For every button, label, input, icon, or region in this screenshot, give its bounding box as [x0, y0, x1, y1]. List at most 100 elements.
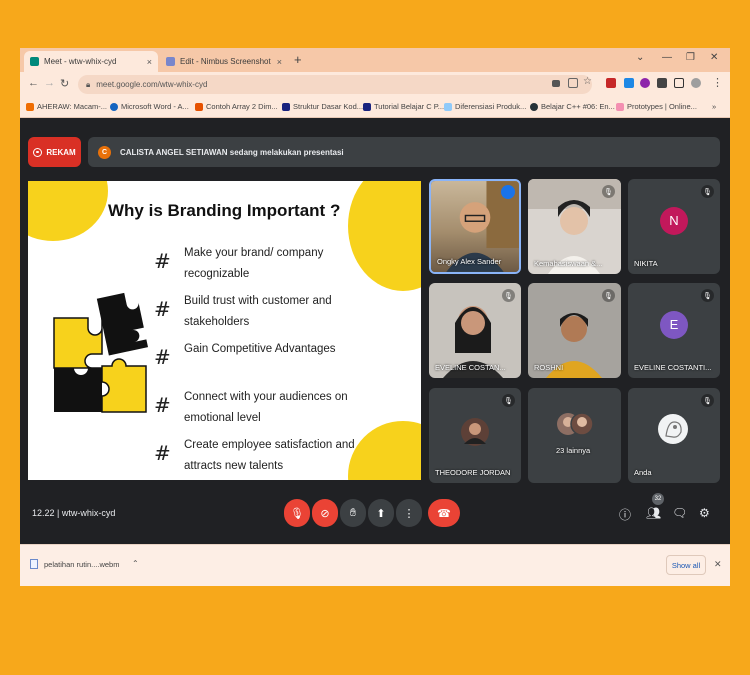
new-tab-button[interactable]: +: [294, 52, 302, 67]
maximize-button[interactable]: ❐: [686, 52, 695, 63]
participant-tile[interactable]: 🎙︎ THEODORE JORDAN: [429, 388, 521, 483]
participant-avatar: N: [660, 206, 688, 235]
decorative-blob: [28, 181, 108, 241]
hand-icon: ✋︎: [349, 506, 357, 519]
address-bar[interactable]: 🔒︎ meet.google.com/wtw-whix-cyd: [78, 75, 592, 94]
speaking-indicator-icon: [501, 185, 515, 199]
bookmark-item[interactable]: Prototypes | Online...: [616, 102, 697, 111]
participant-tile[interactable]: 🎙︎ Kemahasiswaan &...: [528, 179, 621, 274]
meeting-clock: 12.22 | wtw-whix-cyd: [32, 508, 115, 518]
close-window-button[interactable]: ✕: [710, 52, 718, 63]
people-icon[interactable]: 👥︎: [646, 506, 661, 520]
participant-name: THEODORE JORDAN: [435, 468, 511, 477]
bookmark-item[interactable]: Diferensiasi Produk...: [444, 102, 526, 111]
activities-icon[interactable]: ⚙︎: [699, 506, 710, 520]
bookmarks-overflow-icon[interactable]: »: [712, 102, 716, 111]
download-bar: pelatihan rutin....webm ⌃ Show all ✕: [20, 544, 730, 586]
close-icon[interactable]: ✕: [714, 559, 722, 570]
others-tile[interactable]: 23 lainnya: [528, 388, 621, 483]
record-icon: [33, 147, 43, 157]
extension-icon[interactable]: [606, 78, 616, 88]
bookmark-item[interactable]: Microsoft Word - A...: [110, 102, 189, 111]
participant-tile[interactable]: E 🎙︎ EVELINE COSTANTI...: [628, 283, 720, 378]
side-panel-icon[interactable]: [674, 78, 684, 88]
participant-tile[interactable]: N 🎙︎ NIKITA: [628, 179, 720, 274]
presenting-text: CALISTA ANGEL SETIAWAN sedang melakukan …: [120, 147, 344, 157]
reload-icon[interactable]: ↻: [60, 77, 69, 90]
bookmarks-bar: AHERAW: Macam-... Microsoft Word - A... …: [20, 97, 730, 118]
tab-strip: Meet - wtw-whix-cyd × Edit - Nimbus Scre…: [20, 48, 730, 72]
extension-icon[interactable]: [640, 78, 650, 88]
present-screen-icon: ⬆: [376, 507, 386, 520]
self-avatar: [658, 414, 688, 444]
bookmark-favicon-icon: [195, 102, 203, 111]
tab-label: Meet - wtw-whix-cyd: [44, 57, 117, 66]
puzzle-extensions-icon[interactable]: [657, 78, 667, 88]
bookmark-item[interactable]: AHERAW: Macam-...: [26, 102, 107, 111]
tab-nimbus[interactable]: Edit - Nimbus Screenshot ×: [160, 51, 288, 72]
meet-favicon-icon: [30, 57, 39, 66]
bookmark-star-icon[interactable]: ☆: [583, 76, 592, 87]
extension-icon[interactable]: [624, 78, 634, 88]
self-tile[interactable]: 🎙︎ Anda: [628, 388, 720, 483]
bookmark-favicon-icon: [282, 102, 290, 111]
download-item[interactable]: pelatihan rutin....webm: [30, 559, 119, 569]
others-avatars-icon: [557, 412, 594, 436]
mic-off-icon: 🎙︎: [502, 289, 515, 302]
camera-indicator-icon[interactable]: [552, 80, 560, 87]
more-options-button[interactable]: ⋮: [396, 499, 422, 527]
info-icon[interactable]: ⓘ: [619, 506, 631, 523]
participant-name: EVELINE COSTANTI...: [634, 363, 712, 372]
participant-avatar: [461, 418, 489, 446]
share-icon[interactable]: [568, 78, 578, 88]
slide-bullet: # Build trust with customer and stakehold…: [154, 295, 332, 328]
bookmark-item[interactable]: Tutorial Belajar C P...: [363, 102, 444, 111]
file-icon: [30, 559, 38, 569]
participant-tile[interactable]: 🎙︎ ROSHNI: [528, 283, 621, 378]
bookmark-favicon-icon: [363, 102, 371, 111]
participant-name: NIKITA: [634, 259, 658, 268]
hang-up-icon: ☎︎: [437, 507, 451, 520]
tab-meet[interactable]: Meet - wtw-whix-cyd ×: [24, 51, 158, 72]
browser-window: Meet - wtw-whix-cyd × Edit - Nimbus Scre…: [20, 48, 730, 586]
forward-arrow-icon[interactable]: →: [44, 77, 55, 89]
chevron-up-icon[interactable]: ⌃: [132, 559, 139, 568]
tab-close-icon[interactable]: ×: [147, 57, 152, 67]
profile-avatar-icon[interactable]: [691, 78, 701, 88]
bookmark-favicon-icon: [26, 102, 34, 111]
bookmark-favicon-icon: [444, 102, 452, 111]
meeting-time: 12.22: [32, 508, 55, 518]
show-all-button[interactable]: Show all: [666, 555, 706, 575]
bookmark-item[interactable]: Contoh Array 2 Dim...: [195, 102, 278, 111]
bookmark-item[interactable]: Belajar C++ #06: En...: [530, 102, 615, 111]
participant-count-badge: 32: [652, 493, 664, 505]
record-button[interactable]: REKAM: [28, 137, 81, 167]
leave-call-button[interactable]: ☎︎: [428, 499, 460, 527]
bookmark-item[interactable]: Struktur Dasar Kod...: [282, 102, 363, 111]
menu-kebab-icon[interactable]: ⋮: [712, 76, 723, 89]
bookmark-favicon-icon: [616, 102, 624, 111]
mic-off-icon: 🎙︎: [602, 185, 615, 198]
slide-bullet: # Create employee satisfaction and attrac…: [154, 439, 355, 472]
chat-icon[interactable]: 🗨︎: [672, 506, 687, 520]
hash-icon: #: [154, 441, 171, 465]
hash-icon: #: [154, 297, 171, 321]
slide-bullet: # Make your brand/ company recognizable: [154, 247, 324, 280]
back-arrow-icon[interactable]: ←: [28, 77, 39, 89]
tab-close-icon[interactable]: ×: [277, 57, 282, 67]
minimize-button[interactable]: —: [662, 52, 672, 63]
nimbus-favicon-icon: [166, 57, 175, 66]
others-count: 23 lainnya: [556, 446, 591, 455]
camera-toggle-button[interactable]: ⊘: [312, 499, 338, 527]
mic-off-icon: 🎙︎: [701, 289, 714, 302]
present-button[interactable]: ⬆: [368, 499, 394, 527]
bookmark-favicon-icon: [110, 102, 118, 111]
raise-hand-button[interactable]: ✋︎: [340, 499, 366, 527]
participant-tile[interactable]: 🎙︎ EVELINE COSTAN...: [429, 283, 521, 378]
participant-tile[interactable]: Ongky Alex Sander: [429, 179, 521, 274]
lock-icon: 🔒︎: [86, 79, 91, 89]
participant-name: EVELINE COSTAN...: [435, 363, 506, 372]
mic-toggle-button[interactable]: 🎙︎: [284, 499, 310, 527]
tab-search-icon[interactable]: ⌄: [636, 52, 644, 63]
slide-bullet: # Gain Competitive Advantages: [154, 343, 336, 369]
